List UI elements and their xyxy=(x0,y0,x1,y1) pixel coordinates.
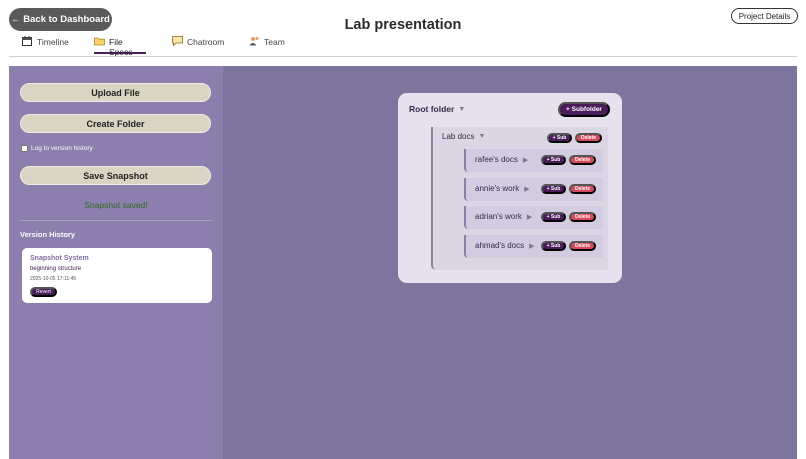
tab-label: Chatroom xyxy=(187,37,225,47)
folder-item[interactable]: ahmad's docs ▶ xyxy=(475,241,535,250)
collapse-toggle-icon[interactable]: ▼ xyxy=(458,106,465,113)
delete-button[interactable]: Delete xyxy=(569,155,596,165)
create-folder-button[interactable]: Create Folder xyxy=(20,114,211,133)
folder-item[interactable]: adrian's work ▶ xyxy=(475,212,532,221)
folder-node-child: adrian's work ▶ + Sub Delete xyxy=(464,206,603,229)
version-history-title: Version History xyxy=(20,230,76,239)
delete-button[interactable]: Delete xyxy=(575,133,602,143)
expand-toggle-icon[interactable]: ▶ xyxy=(529,242,534,250)
snapshot-name: Snapshot System xyxy=(30,255,89,262)
folder-label: rafee's docs xyxy=(475,155,518,164)
delete-button[interactable]: Delete xyxy=(569,184,596,194)
folder-icon xyxy=(94,36,105,46)
tab-team[interactable]: Team xyxy=(249,37,285,54)
expand-toggle-icon[interactable]: ▶ xyxy=(523,156,528,164)
page-title: Lab presentation xyxy=(344,17,462,33)
folder-node-child: rafee's docs ▶ + Sub Delete xyxy=(464,149,603,172)
top-bar: ← Back to Dashboard Lab presentation Pro… xyxy=(0,0,806,58)
expand-toggle-icon[interactable]: ▶ xyxy=(527,213,532,221)
sidebar: Upload File Create Folder Log to version… xyxy=(9,66,223,459)
folder-tree-card: Root folder ▼ + Subfolder Lab docs ▼ + S… xyxy=(398,93,622,283)
main-panel: Root folder ▼ + Subfolder Lab docs ▼ + S… xyxy=(223,66,797,459)
root-folder[interactable]: Root folder ▼ xyxy=(409,104,465,114)
folder-label: adrian's work xyxy=(475,212,522,221)
tab-chatroom[interactable]: Chatroom xyxy=(172,36,249,54)
project-details-button[interactable]: Project Details xyxy=(731,8,798,24)
add-subfolder-button[interactable]: + Subfolder xyxy=(558,102,610,117)
folder-label: annie's work xyxy=(475,184,520,193)
upload-file-button[interactable]: Upload File xyxy=(20,83,211,102)
folder-node-lab-docs: Lab docs ▼ + Sub Delete rafee's docs ▶ +… xyxy=(431,127,608,270)
add-sub-button[interactable]: + Sub xyxy=(541,155,566,165)
snapshot-description: beginning structure xyxy=(30,266,82,272)
folder-node-child: ahmad's docs ▶ + Sub Delete xyxy=(464,235,603,258)
add-sub-button[interactable]: + Sub xyxy=(541,241,566,251)
log-version-checkbox[interactable] xyxy=(21,145,28,152)
chat-bubble-icon xyxy=(172,36,183,47)
delete-button[interactable]: Delete xyxy=(569,212,596,222)
snapshot-timestamp: 2025-10-05 17:11:45 xyxy=(30,276,77,282)
tab-label: Team xyxy=(264,37,285,47)
folder-label: ahmad's docs xyxy=(475,241,525,250)
header-divider xyxy=(9,56,797,57)
calendar-icon xyxy=(22,36,32,46)
log-version-checkbox-row[interactable]: Log to version history xyxy=(21,145,93,152)
expand-toggle-icon[interactable]: ▶ xyxy=(524,185,529,193)
folder-item[interactable]: rafee's docs ▶ xyxy=(475,155,528,164)
collapse-toggle-icon[interactable]: ▼ xyxy=(478,133,485,140)
add-sub-button[interactable]: + Sub xyxy=(547,133,572,143)
sidebar-divider xyxy=(20,220,212,221)
tab-file-specs[interactable]: File Specs xyxy=(94,36,146,57)
delete-button[interactable]: Delete xyxy=(569,241,596,251)
folder-lab-docs[interactable]: Lab docs ▼ xyxy=(442,132,485,141)
add-sub-button[interactable]: + Sub xyxy=(541,212,566,222)
folder-node-child: annie's work ▶ + Sub Delete xyxy=(464,178,603,201)
folder-item[interactable]: annie's work ▶ xyxy=(475,184,530,193)
people-icon xyxy=(249,36,259,46)
log-version-label: Log to version history xyxy=(31,145,93,152)
status-message: Snapshot saved! xyxy=(84,200,148,210)
tab-label: File Specs xyxy=(109,37,133,57)
root-folder-label: Root folder xyxy=(409,104,455,114)
tab-timeline[interactable]: Timeline xyxy=(22,36,94,54)
folder-label: Lab docs xyxy=(442,132,475,141)
add-sub-button[interactable]: + Sub xyxy=(541,184,566,194)
snapshot-card: Snapshot System beginning structure 2025… xyxy=(22,248,212,303)
save-snapshot-button[interactable]: Save Snapshot xyxy=(20,166,211,185)
tab-bar: Timeline File Specs Chatroom Team xyxy=(22,36,285,57)
revert-button[interactable]: Revert xyxy=(30,287,57,297)
tab-label: Timeline xyxy=(37,37,69,47)
